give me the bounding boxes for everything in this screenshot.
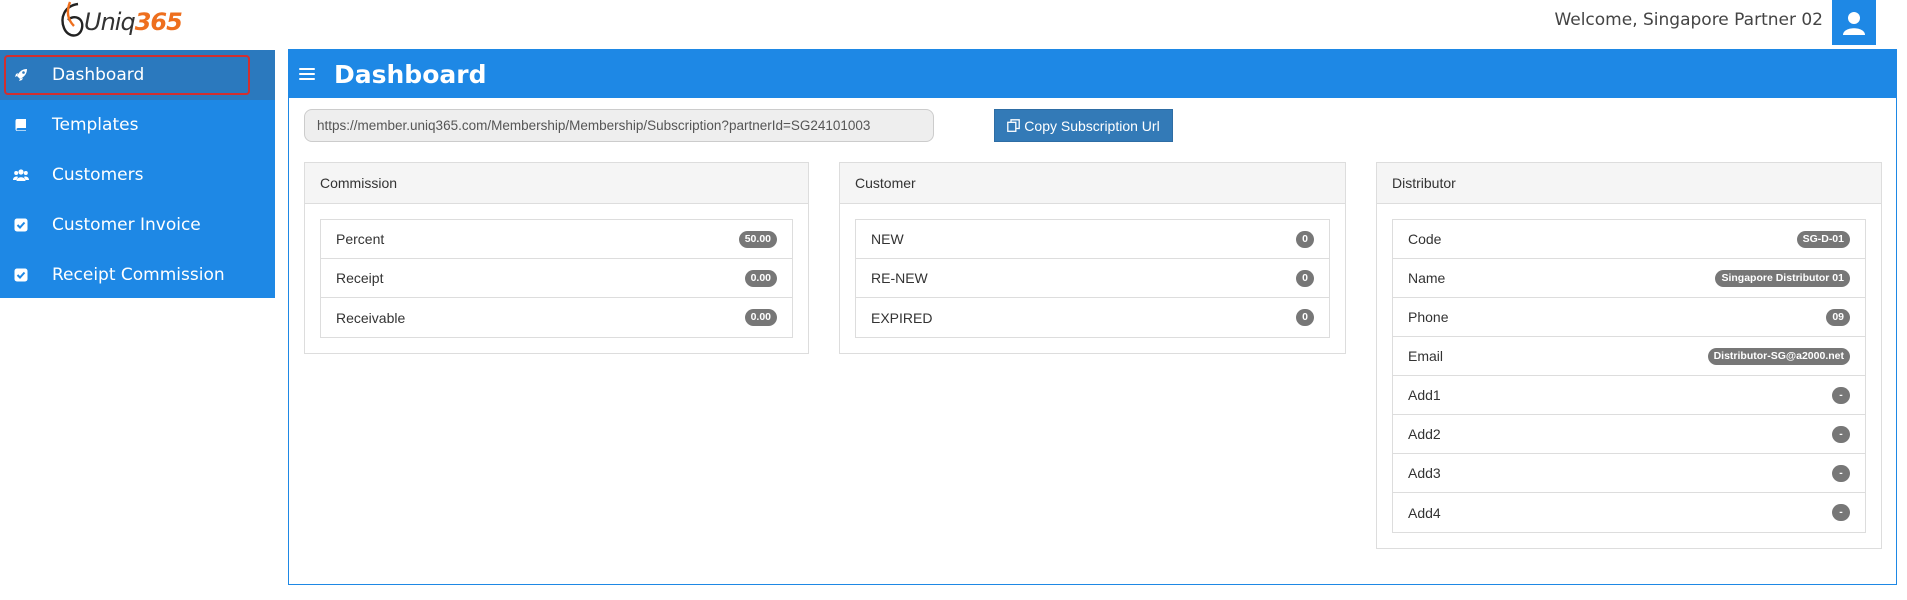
value-badge: - — [1832, 504, 1850, 521]
sidebar-item-label: Dashboard — [52, 65, 145, 85]
page-title: Dashboard — [334, 59, 487, 89]
list-item: NEW 0 — [856, 220, 1329, 259]
row-label: RE-NEW — [871, 270, 928, 286]
value-badge: 50.00 — [738, 230, 777, 248]
users-icon — [13, 167, 29, 183]
row-label: Add2 — [1408, 426, 1441, 442]
logo[interactable]: Uniq365 — [56, 0, 183, 44]
panel-title: Distributor — [1377, 163, 1881, 204]
subscription-url-input[interactable] — [304, 109, 934, 142]
value-badge: Singapore Distributor 01 — [1715, 269, 1850, 287]
row-label: Email — [1408, 348, 1444, 364]
list-item: Phone 09 — [1393, 298, 1865, 337]
list-item: Name Singapore Distributor 01 — [1393, 259, 1865, 298]
sidebar-item-customers[interactable]: Customers — [0, 150, 275, 200]
logo-mark-icon — [61, 1, 84, 37]
row-label: Add4 — [1408, 504, 1441, 521]
sidebar-item-receipt-commission[interactable]: Receipt Commission — [0, 250, 275, 300]
list-item: EXPIRED 0 — [856, 298, 1329, 337]
value-badge: Distributor-SG@a2000.net — [1707, 347, 1850, 365]
value-badge: 0 — [1296, 309, 1314, 326]
row-label: Receivable — [336, 309, 406, 326]
sidebar: Dashboard Templates Customers Customer I… — [0, 50, 275, 298]
list-item: Email Distributor-SG@a2000.net — [1393, 337, 1865, 376]
check-square-icon — [13, 267, 29, 283]
list-item: Receipt 0.00 — [321, 259, 792, 298]
value-badge: 0.00 — [744, 309, 777, 326]
menu-toggle-icon[interactable] — [299, 66, 315, 82]
main-content: Dashboard Copy Subscription Url Commissi… — [288, 49, 1897, 585]
user-avatar-button[interactable] — [1832, 0, 1876, 45]
list-item: Add1 - — [1393, 376, 1865, 415]
row-label: Code — [1408, 231, 1442, 247]
value-badge: - — [1832, 425, 1850, 443]
value-badge: 09 — [1826, 308, 1850, 326]
copy-button-label: Copy Subscription Url — [1024, 117, 1160, 134]
list-item: Add2 - — [1393, 415, 1865, 454]
value-badge: 0.00 — [744, 269, 777, 287]
customer-list: NEW 0 RE-NEW 0 EXPIRED 0 — [855, 219, 1330, 338]
value-badge: SG-D-01 — [1796, 230, 1850, 248]
value-badge: - — [1832, 464, 1850, 482]
row-label: Name — [1408, 270, 1446, 286]
list-item: Percent 50.00 — [321, 220, 792, 259]
user-icon — [1843, 11, 1865, 35]
check-square-icon — [13, 217, 29, 233]
value-badge: 0 — [1296, 230, 1314, 248]
sidebar-item-label: Templates — [52, 115, 139, 135]
page-header: Dashboard — [289, 50, 1896, 98]
subscription-url-row: Copy Subscription Url — [304, 109, 1884, 143]
sidebar-item-label: Customers — [52, 165, 144, 185]
logo-text: Uniq365 — [84, 8, 183, 36]
panel-title: Customer — [840, 163, 1345, 204]
row-label: Receipt — [336, 270, 384, 286]
list-item: Add3 - — [1393, 454, 1865, 493]
distributor-list: Code SG-D-01 Name Singapore Distributor 01… — [1392, 219, 1866, 533]
value-badge: 0 — [1296, 269, 1314, 287]
sidebar-item-templates[interactable]: Templates — [0, 100, 275, 150]
value-badge: - — [1832, 386, 1850, 404]
book-icon — [13, 117, 29, 133]
copy-icon — [1007, 119, 1021, 132]
sidebar-item-dashboard[interactable]: Dashboard — [0, 50, 275, 100]
customer-panel: Customer NEW 0 RE-NEW 0 EXPIRED 0 — [839, 162, 1346, 354]
row-label: Add1 — [1408, 387, 1441, 403]
commission-panel: Commission Percent 50.00 Receipt 0.00 Rece… — [304, 162, 809, 354]
row-label: Add3 — [1408, 465, 1441, 481]
panel-title: Commission — [305, 163, 808, 204]
welcome-text: Welcome, Singapore Partner 02 — [1554, 10, 1823, 30]
distributor-panel: Distributor Code SG-D-01 Name Singapore Di… — [1376, 162, 1882, 549]
top-bar: Uniq365 Welcome, Singapore Partner 02 — [0, 0, 1907, 48]
list-item: RE-NEW 0 — [856, 259, 1329, 298]
commission-list: Percent 50.00 Receipt 0.00 Receivable 0.00 — [320, 219, 793, 338]
list-item: Add4 - — [1393, 493, 1865, 532]
rocket-icon — [13, 67, 29, 83]
row-label: EXPIRED — [871, 309, 933, 326]
sidebar-item-customer-invoice[interactable]: Customer Invoice — [0, 200, 275, 250]
row-label: Phone — [1408, 309, 1449, 325]
list-item: Receivable 0.00 — [321, 298, 792, 337]
list-item: Code SG-D-01 — [1393, 220, 1865, 259]
row-label: NEW — [871, 231, 904, 247]
sidebar-item-label: Receipt Commission — [52, 265, 225, 285]
sidebar-item-label: Customer Invoice — [52, 215, 201, 235]
copy-subscription-url-button[interactable]: Copy Subscription Url — [994, 109, 1173, 142]
row-label: Percent — [336, 231, 385, 247]
